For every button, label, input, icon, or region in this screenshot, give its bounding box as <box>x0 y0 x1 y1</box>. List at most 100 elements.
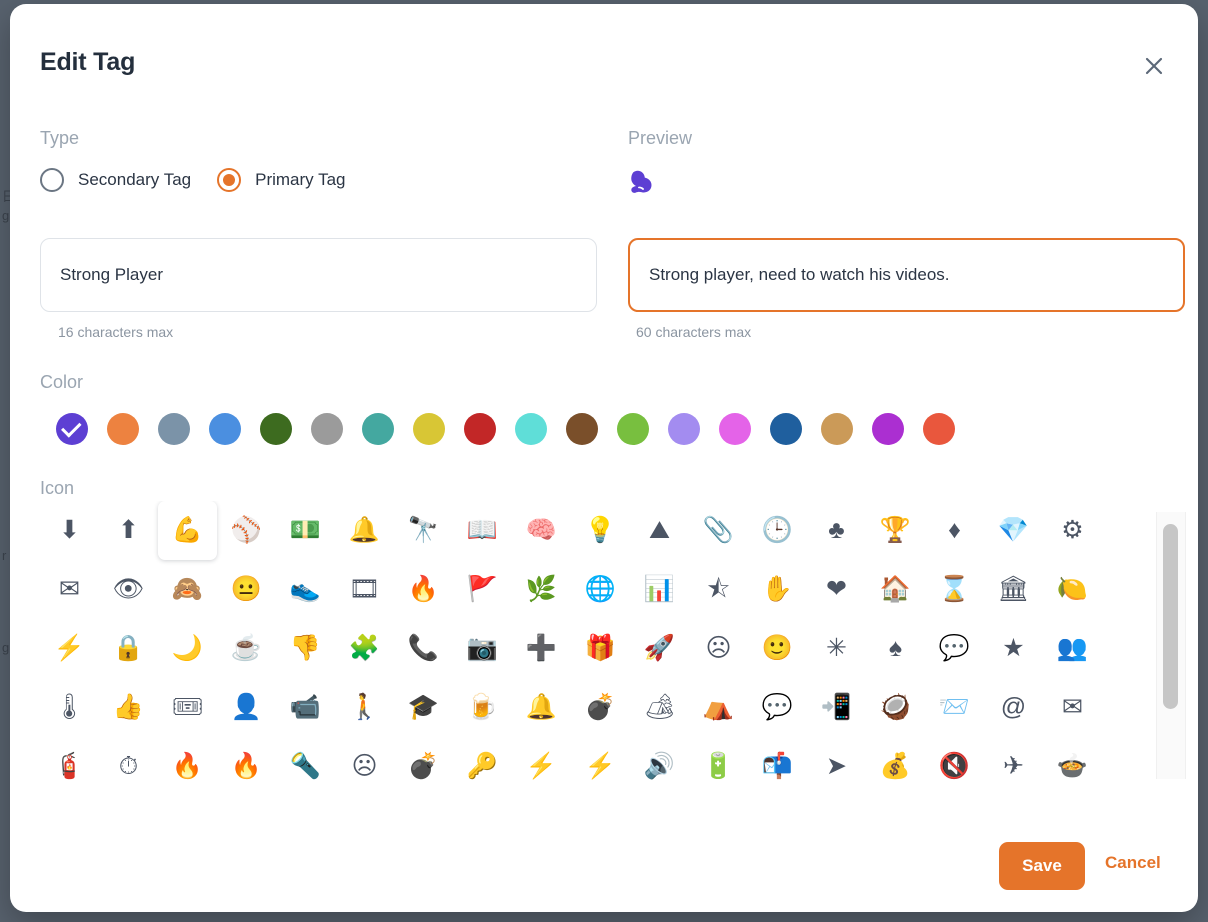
clock-icon[interactable]: 🕒 <box>748 501 807 560</box>
eye-icon[interactable]: 👁 <box>99 560 158 619</box>
mountain-peak-icon[interactable]: ⛰ <box>630 501 689 560</box>
mailbox-icon[interactable]: 📬 <box>748 737 807 786</box>
paper-plane-icon[interactable]: ➤ <box>807 737 866 786</box>
paperclip-icon[interactable]: 📎 <box>689 501 748 560</box>
lightbulb-icon[interactable]: 💡 <box>571 501 630 560</box>
color-swatch-light-purple[interactable] <box>668 413 700 445</box>
banknote-icon[interactable]: 💵 <box>276 501 335 560</box>
flag-icon[interactable]: 🚩 <box>453 560 512 619</box>
globe-icon[interactable]: 🌐 <box>571 560 630 619</box>
video-camera-icon[interactable]: 📹 <box>276 678 335 737</box>
airplane-icon[interactable]: ✈ <box>984 737 1043 786</box>
coffee-mug-icon[interactable]: ☕ <box>217 619 276 678</box>
close-icon[interactable] <box>1132 44 1176 88</box>
eye-off-icon[interactable]: 🙈 <box>158 560 217 619</box>
bell-icon[interactable]: 🔔 <box>335 501 394 560</box>
fire-extinguisher-icon[interactable]: 🧯 <box>40 737 99 786</box>
gem-icon[interactable]: 💎 <box>984 501 1043 560</box>
frowning-face-icon[interactable]: ☹ <box>689 619 748 678</box>
color-swatch-red[interactable] <box>464 413 496 445</box>
neutral-face-icon[interactable]: 😐 <box>217 560 276 619</box>
baseball-icon[interactable]: ⚾ <box>217 501 276 560</box>
arrow-down-circle-icon[interactable]: ⬇ <box>40 501 99 560</box>
whatsapp-icon[interactable]: 📲 <box>807 678 866 737</box>
soccer-cleat-icon[interactable]: 👟 <box>276 560 335 619</box>
save-button[interactable]: Save <box>999 842 1085 890</box>
color-swatch-navy[interactable] <box>770 413 802 445</box>
grenade-icon[interactable]: 💣 <box>394 737 453 786</box>
icon-grid-scroll-thumb[interactable] <box>1163 524 1178 709</box>
flexed-biceps-icon[interactable]: 💪 <box>158 501 217 560</box>
color-swatch-yellow[interactable] <box>413 413 445 445</box>
crescent-moon-icon[interactable]: 🌙 <box>158 619 217 678</box>
color-swatch-magenta[interactable] <box>719 413 751 445</box>
color-swatch-tan[interactable] <box>821 413 853 445</box>
open-book-icon[interactable]: 📖 <box>453 501 512 560</box>
flashlight-icon[interactable]: 🔦 <box>276 737 335 786</box>
flower-icon[interactable]: 🌿 <box>512 560 571 619</box>
smiling-face-icon[interactable]: 🙂 <box>748 619 807 678</box>
open-envelope-icon[interactable]: 📨 <box>925 678 984 737</box>
rocket-icon[interactable]: 🚀 <box>630 619 689 678</box>
color-swatch-blue[interactable] <box>209 413 241 445</box>
coconut-drink-icon[interactable]: 🥥 <box>866 678 925 737</box>
trophy-icon[interactable]: 🏆 <box>866 501 925 560</box>
club-suit-icon[interactable]: ♣ <box>807 501 866 560</box>
heart-icon[interactable]: ❤ <box>807 560 866 619</box>
film-strip-icon[interactable]: 🎞 <box>335 560 394 619</box>
camera-icon[interactable]: 📷 <box>453 619 512 678</box>
lemon-icon[interactable]: 🍋 <box>1043 560 1102 619</box>
ticket-icon[interactable]: 🎟 <box>158 678 217 737</box>
team-icon[interactable]: 👥 <box>1043 619 1102 678</box>
hourglass-icon[interactable]: ⌛ <box>925 560 984 619</box>
gear-icon[interactable]: ⚙ <box>1043 501 1102 560</box>
speaker-on-icon[interactable]: 🔊 <box>630 737 689 786</box>
person-walking-icon[interactable]: 🚶 <box>335 678 394 737</box>
bar-chart-icon[interactable]: 📊 <box>630 560 689 619</box>
color-swatch-purple[interactable] <box>56 413 88 445</box>
star-icon[interactable]: ★ <box>984 619 1043 678</box>
sad-face-icon[interactable]: ☹ <box>335 737 394 786</box>
color-swatch-dark-green[interactable] <box>260 413 292 445</box>
color-swatch-teal[interactable] <box>362 413 394 445</box>
asterisk-icon[interactable]: ✳ <box>807 619 866 678</box>
binoculars-icon[interactable]: 🔭 <box>394 501 453 560</box>
plus-circle-icon[interactable]: ➕ <box>512 619 571 678</box>
color-swatch-turquoise[interactable] <box>515 413 547 445</box>
thumbs-down-icon[interactable]: 👎 <box>276 619 335 678</box>
home-icon[interactable]: 🏠 <box>866 560 925 619</box>
tag-name-input[interactable] <box>40 238 597 312</box>
phone-icon[interactable]: 📞 <box>394 619 453 678</box>
battery-low-icon[interactable]: 🔋 <box>689 737 748 786</box>
lightning-icon[interactable]: ⚡ <box>40 619 99 678</box>
color-swatch-brown[interactable] <box>566 413 598 445</box>
money-bag-icon[interactable]: 💰 <box>866 737 925 786</box>
thermometer-icon[interactable]: 🌡 <box>40 678 99 737</box>
tag-description-input[interactable] <box>628 238 1185 312</box>
speech-bubble-icon[interactable]: 💬 <box>925 619 984 678</box>
icon-grid-scrollbar[interactable] <box>1156 512 1186 779</box>
brain-icon[interactable]: 🧠 <box>512 501 571 560</box>
thumbs-up-icon[interactable]: 👍 <box>99 678 158 737</box>
color-swatch-orange[interactable] <box>107 413 139 445</box>
zigzag-bolt-icon[interactable]: ⚡ <box>571 737 630 786</box>
beer-mug-icon[interactable]: 🍺 <box>453 678 512 737</box>
raised-hand-icon[interactable]: ✋ <box>748 560 807 619</box>
camping-tent-icon[interactable]: ⛺ <box>689 678 748 737</box>
flame-icon[interactable]: 🔥 <box>394 560 453 619</box>
puzzle-piece-icon[interactable]: 🧩 <box>335 619 394 678</box>
color-swatch-tomato[interactable] <box>923 413 955 445</box>
speaker-mute-icon[interactable]: 🔇 <box>925 737 984 786</box>
key-icon[interactable]: 🔑 <box>453 737 512 786</box>
spade-suit-icon[interactable]: ♠ <box>866 619 925 678</box>
graduation-cap-icon[interactable]: 🎓 <box>394 678 453 737</box>
stopwatch-icon[interactable]: ⏱ <box>99 737 158 786</box>
bank-icon[interactable]: 🏛 <box>984 560 1043 619</box>
radio-secondary-tag[interactable]: Secondary Tag <box>40 168 191 192</box>
teepee-icon[interactable]: 🏕 <box>630 678 689 737</box>
lock-icon[interactable]: 🔒 <box>99 619 158 678</box>
fire-square-icon[interactable]: 🔥 <box>158 737 217 786</box>
color-swatch-violet[interactable] <box>872 413 904 445</box>
envelope-filled-icon[interactable]: ✉ <box>40 560 99 619</box>
mail-envelope-icon[interactable]: ✉ <box>1043 678 1102 737</box>
